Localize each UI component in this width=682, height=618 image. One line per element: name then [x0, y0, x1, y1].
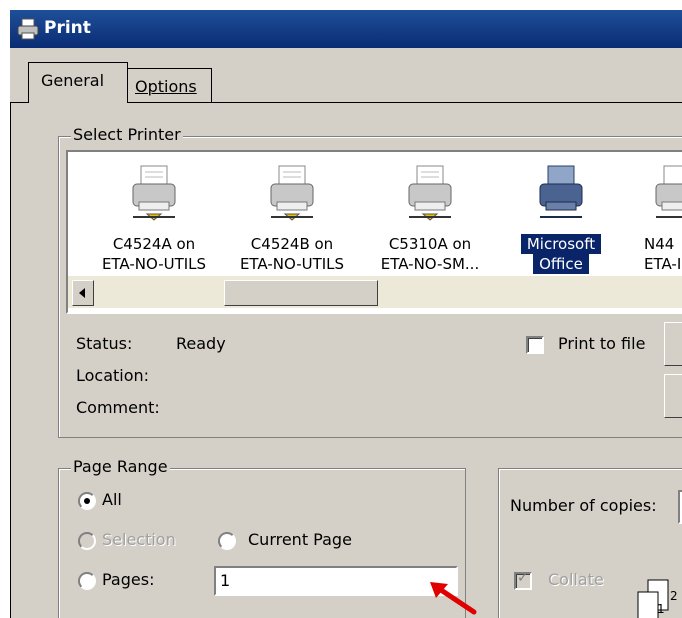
status-value: Ready: [176, 334, 226, 353]
printer-icon: [408, 165, 452, 221]
range-pages-label: Pages:: [102, 570, 155, 589]
select-printer-label: Select Printer: [71, 125, 183, 144]
printer-icon: [539, 165, 583, 218]
printer-icon: [132, 165, 176, 221]
range-pages-radio[interactable]: [78, 572, 96, 590]
printer-name-line2: Office: [533, 254, 589, 274]
tab-options[interactable]: Options: [124, 68, 212, 103]
printer-item-selected[interactable]: Microsoft Office: [498, 152, 624, 276]
printer-name-line1: C4524B on: [250, 235, 334, 253]
printer-name-line1: C4524A on: [112, 235, 196, 253]
window-title: Print: [44, 18, 91, 38]
printer-item[interactable]: C4524B on ETA-NO-UTILS: [222, 152, 362, 276]
print-to-file-checkbox[interactable]: [526, 336, 544, 354]
red-arrow-icon: [430, 582, 477, 615]
printer-item[interactable]: C4524A on ETA-NO-UTILS: [84, 152, 224, 276]
printer-name-line1: C5310A on: [388, 235, 472, 253]
printer-icon: [17, 18, 39, 40]
number-of-copies-label: Number of copies:: [510, 496, 657, 515]
print-dialog-window: Print General Options Select Printer C45…: [0, 0, 682, 618]
range-all-radio[interactable]: [78, 492, 96, 510]
collate-digit-1: 1: [657, 602, 665, 616]
printer-name-line2: ETA-NO-UTILS: [239, 255, 345, 273]
copies-input[interactable]: [678, 490, 682, 524]
range-all-label: All: [102, 490, 122, 509]
printer-list[interactable]: C4524A on ETA-NO-UTILS C4524B on ETA-NO-UT…: [66, 150, 682, 314]
title-bar[interactable]: Print: [10, 10, 682, 48]
scrollbar-thumb[interactable]: [224, 280, 378, 306]
printer-name-line2: ETA-I: [644, 255, 682, 273]
comment-label: Comment:: [76, 398, 160, 417]
print-to-file-label: Print to file: [558, 334, 646, 353]
scroll-left-icon[interactable]: [72, 280, 94, 306]
range-selection-label: Selection: [102, 530, 176, 549]
collate-pages-icon: 1 2: [637, 579, 678, 618]
tab-options-label: Options: [135, 77, 197, 96]
printer-item[interactable]: N44 ETA-I: [624, 152, 682, 276]
printer-name-line1: N44: [644, 235, 675, 253]
printer-list-scrollbar[interactable]: [68, 276, 682, 308]
pages-input[interactable]: 1: [214, 566, 458, 596]
range-current-page-label: Current Page: [248, 530, 352, 549]
range-current-page-radio[interactable]: [218, 532, 236, 550]
range-selection-radio[interactable]: [78, 532, 96, 550]
collate-label: Collate: [548, 570, 604, 589]
preferences-button[interactable]: [664, 322, 682, 366]
printer-icon: [655, 165, 682, 218]
collate-checkbox[interactable]: [514, 570, 532, 590]
status-label: Status:: [76, 334, 133, 353]
printer-item[interactable]: C5310A on ETA-NO-SM...: [360, 152, 500, 276]
printer-name-line2: ETA-NO-UTILS: [101, 255, 207, 273]
tab-general-label: General: [41, 71, 105, 90]
pages-input-value: 1: [220, 571, 231, 590]
collate-digit-2: 2: [670, 589, 678, 603]
page-range-label: Page Range: [71, 457, 170, 476]
printer-name-line2: ETA-NO-SM...: [380, 255, 480, 273]
find-printer-button[interactable]: [664, 374, 682, 418]
tab-general[interactable]: General: [28, 62, 128, 103]
location-label: Location:: [76, 366, 150, 385]
printer-icon: [270, 165, 314, 221]
printer-name-line1: Microsoft: [520, 234, 602, 254]
